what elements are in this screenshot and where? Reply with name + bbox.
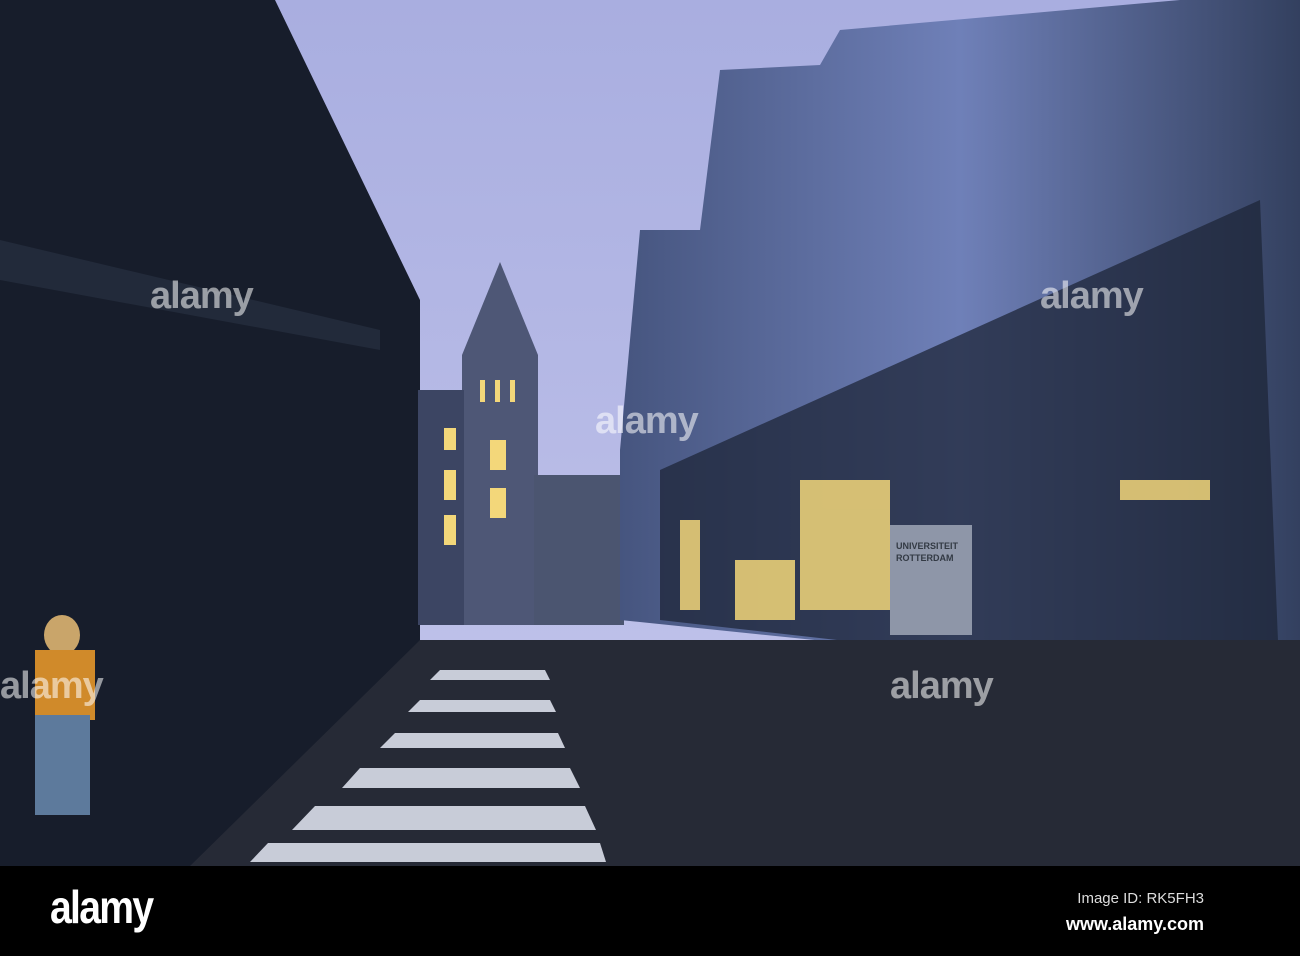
website-link[interactable]: www.alamy.com [1066, 914, 1204, 935]
stock-photo: UNIVERSITEIT ROTTERDAM alamy alamy alamy… [0, 0, 1300, 956]
watermark: alamy [0, 665, 104, 707]
footer-bar: alamy Image ID: RK5FH3 www.alamy.com [0, 866, 1300, 956]
sign-line: UNIVERSITEIT [896, 541, 959, 551]
watermark: alamy [890, 665, 994, 707]
image-id: Image ID: RK5FH3 [1077, 890, 1204, 907]
watermark: alamy [1040, 275, 1144, 317]
sign-line: ROTTERDAM [896, 553, 954, 563]
watermark: alamy [150, 275, 254, 317]
university-sign-text: UNIVERSITEIT ROTTERDAM [896, 540, 958, 564]
alamy-logo: alamy [50, 881, 154, 933]
watermark: alamy [595, 400, 699, 442]
